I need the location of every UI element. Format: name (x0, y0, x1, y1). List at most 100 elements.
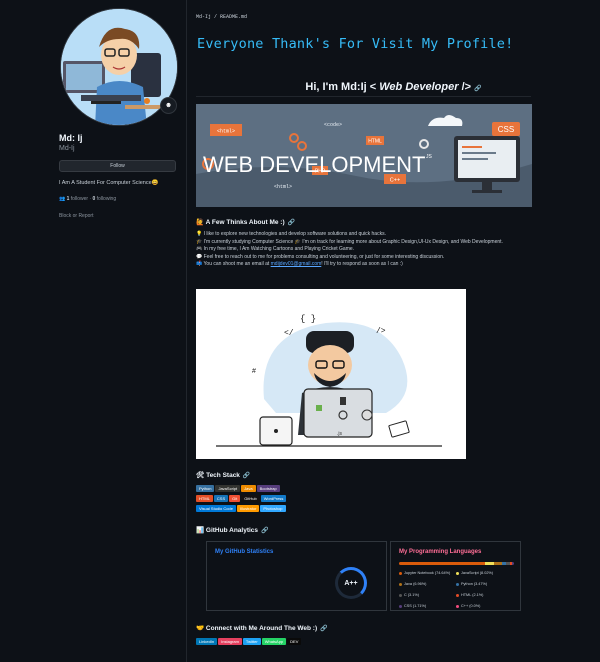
tech-stack-heading-text: Tech Stack (206, 472, 240, 479)
heading-divider (196, 96, 531, 97)
top-languages-card[interactable]: My Programming Languages Jupyter Noteboo… (390, 541, 521, 611)
banner-tag-css: CSS (498, 125, 514, 134)
language-item: JavaScript (8.02%) (456, 571, 513, 575)
svg-text:</: </ (284, 329, 294, 338)
list-item-text: In my free time, I Am Watching Cartoons … (203, 246, 355, 253)
intro-suffix: /> (458, 81, 472, 93)
connect-heading-text: Connect with Me Around The Web :) (205, 625, 318, 632)
language-item: Java (6.96%) (399, 582, 456, 586)
tools-icon: 🛠 (196, 472, 205, 479)
language-label: Java (6.96%) (404, 582, 427, 586)
following-link[interactable]: 0 following (92, 196, 116, 202)
email-suffix: ! I'll try to respond as soon as I can :… (321, 261, 403, 268)
language-item: Python (3.47%) (456, 582, 513, 586)
language-dot-icon (399, 571, 402, 575)
tech-badge-javascript[interactable]: JavaScript (215, 485, 241, 492)
analytics-heading-text: GitHub Analytics (205, 527, 259, 534)
followers-label: follower (70, 196, 89, 202)
readme-breadcrumb[interactable]: Md-Ij / README.md (196, 14, 247, 20)
language-dot-icon (399, 593, 402, 597)
anchor-link-icon[interactable]: 🔗 (288, 220, 295, 226)
social-badge-dev[interactable]: DEV (287, 638, 302, 645)
status-emoji-button[interactable]: ☻ (160, 97, 177, 114)
about-heading: 🙋 A Few Thinks About Me :) 🔗 (196, 218, 295, 226)
about-list: 💡 I like to explore new technologies and… (196, 231, 526, 269)
github-stats-card[interactable]: My GitHub Statistics A++ (206, 541, 387, 611)
typing-svg-title: Everyone Thank's For Visit My Profile! (197, 36, 514, 52)
follow-button[interactable]: Follow (59, 160, 176, 172)
grade-text: A++ (344, 579, 358, 587)
tech-badge-photoshop[interactable]: Photoshop (260, 505, 286, 512)
tech-badge-html[interactable]: HTML (196, 495, 213, 502)
tech-badge-python[interactable]: Python (196, 485, 215, 492)
svg-text:#: # (252, 368, 256, 375)
chat-icon: 💬 (196, 253, 203, 260)
handshake-icon: 🤝 (196, 625, 205, 632)
language-dot-icon (456, 582, 459, 586)
email-link[interactable]: mdijdev01@gmail.com (271, 261, 322, 267)
language-label: Python (3.47%) (461, 582, 488, 586)
followers-line: 👥 1 follower · 0 following (59, 196, 116, 202)
language-dot-icon (456, 604, 459, 608)
profile-username: Md-Ij (59, 145, 75, 152)
list-item: 🎓 I'm currently studying Computer Scienc… (196, 239, 526, 247)
tech-badge-wordpress[interactable]: WordPress (260, 495, 287, 502)
tech-badge-bootstrap[interactable]: Bootstrap (256, 485, 280, 492)
tech-badge-java[interactable]: Java (241, 485, 256, 492)
language-bar-segment (494, 562, 503, 565)
language-label: CSS (1.71%) (404, 604, 427, 608)
followers-link[interactable]: 1 follower (67, 196, 88, 202)
tech-badge-github[interactable]: GitHub (241, 495, 260, 502)
mailbox-icon: 📫 (196, 261, 203, 268)
banner-tag-code: <code> (324, 122, 342, 128)
language-item: HTML (2.1%) (456, 593, 513, 597)
developer-illustration: { } /> </ # .js (196, 289, 466, 459)
language-bar-segment (484, 562, 495, 565)
list-item-text: Feel free to reach out to me for problem… (203, 253, 445, 260)
language-item: C++ (0.0%) (456, 604, 513, 608)
svg-text:{ }: { } (300, 314, 316, 324)
language-item: Jupyter Notebook (74.64%) (399, 571, 456, 575)
badge-row: Visual Studio Code Illustrator Photoshop (196, 505, 287, 515)
list-item: 🎮 In my free time, I Am Watching Cartoon… (196, 246, 526, 254)
languages-progress-bar (399, 562, 514, 565)
tech-badge-git[interactable]: Git (229, 495, 241, 502)
smiley-icon: ☻ (164, 102, 173, 109)
social-badge-linkedin[interactable]: LinkedIn (196, 638, 218, 645)
profile-sidebar: ☻ Md: Ij Md-Ij Follow I Am A Student For… (0, 0, 186, 662)
languages-card-title: My Programming Languages (399, 549, 482, 555)
social-badge-twitter[interactable]: Twitter (242, 638, 261, 645)
badge-row: Python JavaScript Java Bootstrap (196, 485, 287, 495)
game-icon: 🎮 (196, 246, 203, 253)
list-item-text: I'm currently studying Computer Science … (203, 238, 503, 245)
social-badge-instagram[interactable]: Instagram (218, 638, 242, 645)
block-or-report-link[interactable]: Block or Report (59, 213, 93, 219)
tech-stack-heading: 🛠 Tech Stack 🔗 (196, 471, 250, 479)
language-item: C (3.1%) (399, 593, 456, 597)
following-label: following (96, 196, 117, 202)
tech-badge-visual-studio-code[interactable]: Visual Studio Code (196, 505, 236, 512)
language-dot-icon (399, 604, 402, 608)
list-item: 💡 I like to explore new technologies and… (196, 231, 526, 239)
banner-title: WEB DEVELOPMENT (203, 152, 425, 177)
language-bar-segment (512, 562, 514, 565)
developer-illustration-svg: { } /> </ # .js (196, 289, 466, 459)
banner-illustration: <html> <code> HTML CSS C++ PHP JS WEB DE… (196, 104, 532, 207)
tech-badge-illustrator[interactable]: Illustrator (236, 505, 260, 512)
svg-text:/>: /> (376, 327, 386, 336)
intro-heading: Hi, I'm Md:Ij < Web Developer /> 🔗 (187, 81, 600, 93)
social-badge-whatsapp[interactable]: WhatsApp (261, 638, 287, 645)
connect-heading: 🤝 Connect with Me Around The Web :) 🔗 (196, 624, 328, 632)
anchor-link-icon[interactable]: 🔗 (474, 86, 481, 92)
anchor-link-icon[interactable]: 🔗 (243, 473, 250, 479)
anchor-link-icon[interactable]: 🔗 (261, 528, 268, 534)
badge-row: HTML CSS Git GitHub WordPress (196, 495, 287, 505)
anchor-link-icon[interactable]: 🔗 (320, 626, 327, 632)
language-bar-segment (399, 562, 485, 565)
language-item: CSS (1.71%) (399, 604, 456, 608)
tech-badge-css[interactable]: CSS (213, 495, 229, 502)
about-heading-text: A Few Thinks About Me :) (205, 219, 285, 226)
svg-text:<html>: <html> (274, 184, 292, 190)
language-dot-icon (456, 571, 459, 575)
language-label: Jupyter Notebook (74.64%) (404, 571, 451, 575)
